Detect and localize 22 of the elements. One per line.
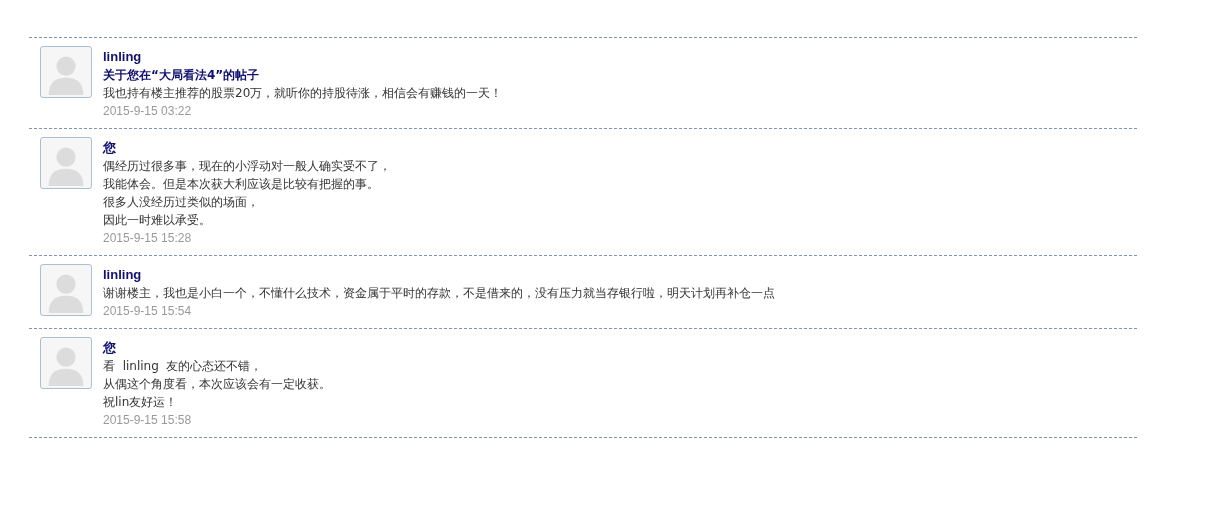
message-time: 2015-9-15 15:58 — [103, 412, 193, 429]
author-name[interactable]: 您 — [103, 139, 391, 157]
avatar-icon — [40, 264, 92, 316]
author-name[interactable]: linling — [103, 48, 503, 66]
message-text: 因此一时难以承受。 — [103, 212, 212, 229]
avatar-icon — [40, 337, 92, 389]
message-text: 从偶这个角度看，本次应该会有一定收获。 — [103, 376, 331, 393]
message-text: 祝lin友好运！ — [103, 394, 179, 411]
message-subject[interactable]: 关于您在“大局看法4”的帖子 — [103, 66, 503, 84]
message-text: 我也持有楼主推荐的股票20万，就听你的持股待涨，相信会有赚钱的一天！ — [103, 85, 503, 102]
message-text: 谢谢楼主，我也是小白一个，不懂什么技术，资金属于平时的存款，不是借来的，没有压力就当存银行啦，明天计划再补仓一点 — [103, 285, 775, 302]
author-name[interactable]: 您 — [103, 339, 331, 357]
message-time: 2015-9-15 03:22 — [103, 103, 193, 120]
message-time: 2015-9-15 15:28 — [103, 230, 193, 247]
message-text: 我能体会。但是本次获大利应该是比较有把握的事。 — [103, 176, 380, 193]
avatar-icon — [40, 46, 92, 98]
message-text: 看 linling 友的心态还不错， — [103, 358, 264, 375]
message-text: 很多人没经历过类似的场面， — [103, 194, 260, 211]
avatar-icon — [40, 137, 92, 189]
message-time: 2015-9-15 15:54 — [103, 303, 193, 320]
message-text: 偶经历过很多事，现在的小浮动对一般人确实受不了， — [103, 158, 391, 175]
author-name[interactable]: linling — [103, 266, 775, 284]
